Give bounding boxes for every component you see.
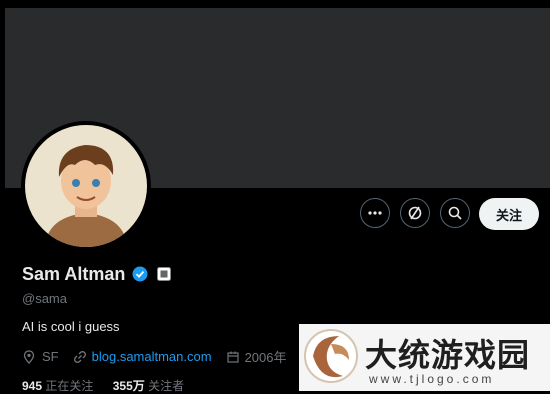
site-watermark: 大统游戏园 www.tjlogo.com (299, 324, 550, 391)
profile-stats: 945 正在关注 355万 关注者 (22, 377, 184, 394)
follow-button[interactable]: 关注 (479, 198, 539, 230)
watermark-logo-icon (304, 329, 358, 383)
profile-handle: @sama (22, 291, 67, 306)
profile-joined: 2006年 (244, 350, 287, 365)
notification-toggle-button[interactable] (400, 198, 430, 228)
profile-website-link[interactable]: blog.samaltman.com (92, 349, 212, 364)
profile-name-row: Sam Altman (22, 264, 172, 285)
profile-bio: AI is cool i guess (22, 319, 120, 334)
avatar-image (25, 125, 147, 247)
notification-off-icon (408, 206, 422, 220)
watermark-title: 大统游戏园 (365, 336, 531, 374)
more-options-button[interactable] (360, 198, 390, 228)
search-icon (448, 206, 462, 220)
watermark-url: www.tjlogo.com (369, 372, 495, 386)
top-strip (0, 0, 550, 8)
calendar-icon (226, 351, 239, 363)
location-icon (23, 349, 35, 364)
profile-name: Sam Altman (22, 264, 126, 284)
verified-badge-icon[interactable] (132, 266, 148, 282)
profile-location: SF (42, 349, 59, 364)
search-profile-button[interactable] (440, 198, 470, 228)
more-icon (368, 211, 382, 215)
affiliate-badge-icon[interactable] (157, 267, 172, 281)
link-icon (73, 350, 86, 363)
profile-meta: SF blog.samaltman.com 2006年 (22, 347, 287, 366)
avatar[interactable] (21, 121, 151, 251)
